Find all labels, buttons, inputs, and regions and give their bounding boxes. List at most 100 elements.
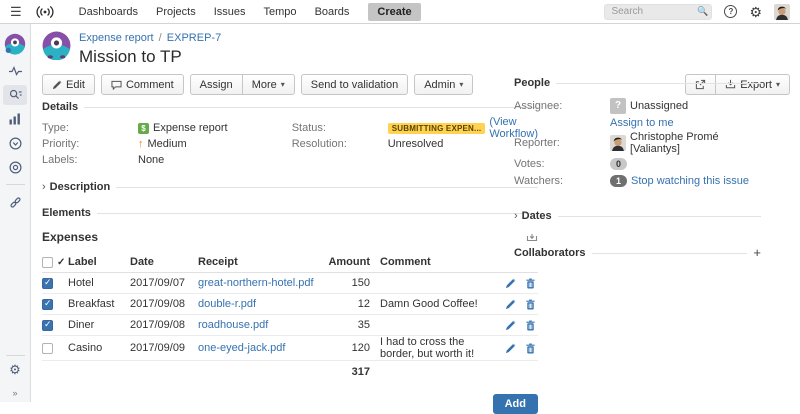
type-value: Expense report	[153, 122, 228, 134]
create-button[interactable]: Create	[368, 3, 420, 21]
breadcrumb-separator: /	[159, 32, 162, 44]
expense-date: 2017/09/07	[130, 277, 198, 289]
nav-dashboards[interactable]: Dashboards	[70, 6, 147, 18]
shortcuts-link-icon[interactable]	[3, 192, 27, 212]
search-issues-icon[interactable]	[3, 85, 27, 105]
col-receipt: Receipt	[198, 256, 326, 268]
settings-gear-icon[interactable]: ⚙	[749, 5, 762, 19]
row-checkbox[interactable]	[42, 299, 53, 310]
nav-boards[interactable]: Boards	[306, 6, 359, 18]
edit-expense-icon[interactable]	[505, 299, 516, 310]
reporter-label: Reporter:	[514, 137, 610, 149]
send-to-validation-button[interactable]: Send to validation	[301, 74, 408, 95]
votes-label: Votes:	[514, 158, 610, 170]
expense-label: Hotel	[68, 277, 130, 289]
expenses-table: ✓ Label Date Receipt Amount Comment Hote…	[42, 252, 538, 414]
row-checkbox[interactable]	[42, 320, 53, 331]
edit-button[interactable]: Edit	[42, 74, 95, 95]
votes-badge[interactable]: 0	[610, 158, 627, 170]
row-checkbox[interactable]	[42, 278, 53, 289]
expense-date: 2017/09/09	[130, 342, 198, 354]
activity-stream-icon[interactable]	[3, 61, 27, 81]
expense-amount: 150	[326, 277, 380, 289]
delete-expense-icon[interactable]	[525, 320, 536, 331]
receipt-link[interactable]: one-eyed-jack.pdf	[198, 342, 285, 354]
pencil-icon	[52, 80, 62, 90]
delete-expense-icon[interactable]	[525, 278, 536, 289]
top-navigation-bar: ☰ Dashboards Projects Issues Tempo Board…	[0, 0, 800, 24]
check-column-icon: ✓	[57, 257, 65, 268]
expense-amount: 35	[326, 319, 380, 331]
receipt-link[interactable]: double-r.pdf	[198, 298, 256, 310]
expense-label: Casino	[68, 342, 130, 354]
receipt-link[interactable]: roadhouse.pdf	[198, 319, 268, 331]
expense-row: Hotel 2017/09/07 great-northern-hotel.pd…	[42, 273, 538, 294]
assignee-label: Assignee:	[514, 100, 610, 112]
edit-expense-icon[interactable]	[505, 320, 516, 331]
collaborators-heading: Collaborators +	[514, 245, 761, 260]
more-button[interactable]: More ▾	[242, 74, 295, 95]
releases-icon[interactable]	[3, 157, 27, 177]
receipt-link[interactable]: great-northern-hotel.pdf	[198, 277, 314, 289]
details-section: Details Type: $ Expense report Priority:…	[42, 101, 538, 168]
app-logo-icon[interactable]	[34, 5, 56, 19]
expense-date: 2017/09/08	[130, 319, 198, 331]
amount-total: 317	[326, 366, 380, 378]
reporter-value: Christophe Promé [Valiantys]	[630, 131, 761, 155]
col-label: Label	[68, 256, 130, 268]
expand-sidebar-icon[interactable]: »	[12, 388, 17, 398]
comment-button[interactable]: Comment	[101, 74, 184, 95]
row-checkbox[interactable]	[42, 343, 53, 354]
status-label: Status:	[292, 122, 388, 134]
hamburger-menu-icon[interactable]: ☰	[10, 5, 22, 18]
labels-label: Labels:	[42, 154, 138, 166]
expense-row: Diner 2017/09/08 roadhouse.pdf 35	[42, 315, 538, 336]
chevron-down-icon: ▾	[281, 80, 285, 89]
issue-type-avatar	[42, 31, 71, 60]
expense-label: Breakfast	[68, 298, 130, 310]
expenses-heading: Expenses	[42, 230, 98, 244]
history-clock-icon[interactable]	[3, 133, 27, 153]
breadcrumb-issue-link[interactable]: EXPREP-7	[167, 32, 221, 44]
reporter-avatar	[610, 135, 626, 151]
issue-title: Mission to TP	[79, 47, 221, 67]
stop-watching-link[interactable]: Stop watching this issue	[631, 175, 749, 187]
add-collaborator-icon[interactable]: +	[753, 245, 761, 260]
admin-button[interactable]: Admin ▾	[414, 74, 473, 95]
assign-to-me-link[interactable]: Assign to me	[610, 117, 674, 129]
total-row: 317	[42, 361, 538, 382]
assign-button[interactable]: Assign	[190, 74, 243, 95]
delete-expense-icon[interactable]	[525, 343, 536, 354]
dates-heading[interactable]: › Dates	[514, 210, 761, 222]
details-heading[interactable]: Details	[42, 101, 538, 113]
search-icon: 🔍	[697, 6, 708, 17]
reports-icon[interactable]	[3, 109, 27, 129]
priority-label: Priority:	[42, 138, 138, 150]
dates-section: › Dates	[514, 210, 761, 222]
nav-projects[interactable]: Projects	[147, 6, 205, 18]
nav-issues[interactable]: Issues	[205, 6, 255, 18]
watchers-badge[interactable]: 1	[610, 175, 627, 187]
edit-expense-icon[interactable]	[505, 343, 516, 354]
edit-expense-icon[interactable]	[505, 278, 516, 289]
watchers-label: Watchers:	[514, 175, 610, 187]
priority-up-arrow-icon: ↑	[138, 138, 144, 150]
description-heading[interactable]: › Description	[42, 181, 538, 193]
project-settings-gear-icon[interactable]: ⚙	[3, 360, 27, 380]
nav-tempo[interactable]: Tempo	[255, 6, 306, 18]
user-avatar[interactable]	[774, 4, 790, 20]
add-expense-button[interactable]: Add	[493, 394, 538, 414]
expense-report-type-icon: $	[138, 123, 149, 134]
chevron-right-icon: ›	[42, 181, 46, 193]
select-all-checkbox[interactable]	[42, 257, 53, 268]
project-avatar[interactable]	[3, 31, 27, 57]
help-icon[interactable]: ?	[724, 5, 737, 18]
elements-heading[interactable]: Elements	[42, 207, 538, 219]
expense-row: Casino 2017/09/09 one-eyed-jack.pdf 120 …	[42, 336, 538, 361]
expense-amount: 120	[326, 342, 380, 354]
breadcrumb-project-link[interactable]: Expense report	[79, 32, 154, 44]
resolution-value: Unresolved	[388, 138, 444, 150]
delete-expense-icon[interactable]	[525, 299, 536, 310]
people-heading[interactable]: People	[514, 77, 761, 89]
chevron-right-icon: ›	[514, 210, 518, 222]
